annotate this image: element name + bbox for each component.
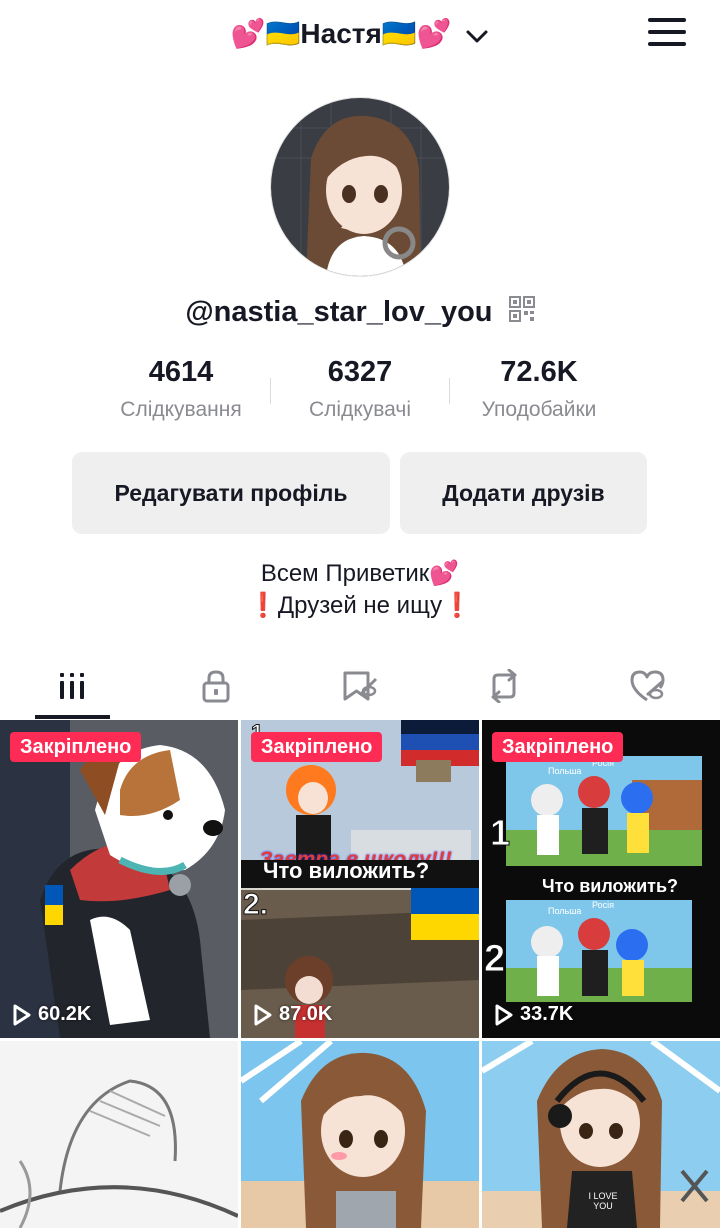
profile-header: 💕🇺🇦Настя🇺🇦💕 — [0, 0, 720, 70]
tab-saved[interactable] — [288, 660, 432, 716]
chevron-down-icon — [465, 16, 489, 56]
likes-label: Уподобайки — [481, 398, 597, 421]
overlay-text: Что виложить? — [542, 876, 679, 896]
video-thumbnail[interactable] — [0, 1041, 238, 1228]
followers-count: 6327 — [327, 356, 393, 388]
shirt-text: I LOVE YOU — [588, 1191, 618, 1211]
overlay-text: Что виложить? — [263, 858, 430, 883]
likes-count: 72.6K — [500, 356, 578, 388]
followers-stat[interactable]: 6327 Слідкувачі — [271, 350, 449, 426]
character-tag: Польша — [548, 906, 582, 916]
profile-tabs — [0, 660, 720, 720]
pinned-badge: Закріплено — [10, 732, 142, 762]
girl-thumbnail-image — [241, 1041, 479, 1228]
marker: 1 — [489, 812, 511, 854]
view-count: 33.7K — [494, 1003, 573, 1026]
tab-private[interactable] — [144, 660, 288, 716]
character-tag: Росія — [592, 900, 614, 910]
tab-liked[interactable] — [576, 660, 720, 716]
marker: 2 — [483, 938, 506, 981]
pinned-badge: Закріплено — [492, 732, 624, 762]
view-count-value: 87.0K — [279, 1003, 333, 1025]
display-name-switcher[interactable]: 💕🇺🇦Настя🇺🇦💕 — [0, 14, 720, 56]
edit-profile-button[interactable]: Редагувати профіль — [72, 452, 390, 534]
username: @nastia_star_lov_you — [185, 296, 493, 328]
dog-thumbnail-image — [0, 720, 238, 1038]
sketch-thumbnail-image — [0, 1041, 238, 1228]
bio-line-2: ❗Друзей не ищу❗ — [248, 592, 472, 619]
liked-icon — [629, 669, 667, 708]
view-count-value: 60.2K — [38, 1003, 92, 1025]
video-grid: Закріплено 60.2K Завтра в ш — [0, 720, 720, 1228]
profile-stats: 4614 Слідкування 6327 Слідкувачі 72.6K У… — [92, 350, 628, 430]
videos-grid-icon — [56, 670, 88, 707]
qr-code-icon[interactable] — [508, 293, 535, 333]
view-count: 60.2K — [12, 1003, 91, 1026]
lock-icon — [200, 669, 232, 708]
tab-videos[interactable] — [0, 660, 144, 716]
saved-icon — [342, 669, 378, 708]
avatar[interactable] — [270, 97, 450, 277]
following-label: Слідкування — [120, 398, 242, 421]
hamburger-menu-icon[interactable] — [648, 18, 686, 50]
play-icon — [13, 1004, 31, 1025]
username-row: @nastia_star_lov_you — [0, 292, 720, 333]
view-count-value: 33.7K — [520, 1003, 574, 1025]
video-thumbnail[interactable]: Завтра в школу!!! Что виложить? 1. 2. За… — [241, 720, 479, 1038]
display-name: 💕🇺🇦Настя🇺🇦💕 — [230, 18, 452, 49]
repost-icon — [486, 668, 522, 708]
followers-label: Слідкувачі — [308, 398, 411, 421]
video-thumbnail[interactable] — [241, 1041, 479, 1228]
following-count: 4614 — [148, 356, 214, 388]
bio-line-1: Всем Приветик💕 — [260, 560, 460, 587]
video-thumbnail[interactable]: Закріплено 60.2K — [0, 720, 238, 1038]
active-tab-indicator — [35, 715, 110, 719]
play-icon — [495, 1004, 513, 1025]
add-friends-button[interactable]: Додати друзів — [400, 452, 647, 534]
pinned-badge: Закріплено — [251, 732, 383, 762]
marker: 2. — [242, 888, 269, 922]
play-icon — [254, 1004, 272, 1025]
view-count: 87.0K — [253, 1003, 332, 1026]
video-thumbnail[interactable]: 1 2 Что виложить? Польша Росія Польша Ро… — [482, 720, 720, 1038]
profile-bio: Всем Приветик💕 ❗Друзей не ищу❗ — [0, 558, 720, 622]
video-thumbnail[interactable]: I LOVE YOU — [482, 1041, 720, 1228]
character-tag: Польша — [548, 766, 582, 776]
likes-stat[interactable]: 72.6K Уподобайки — [450, 350, 628, 426]
tab-reposts[interactable] — [432, 660, 576, 716]
following-stat[interactable]: 4614 Слідкування — [92, 350, 270, 426]
